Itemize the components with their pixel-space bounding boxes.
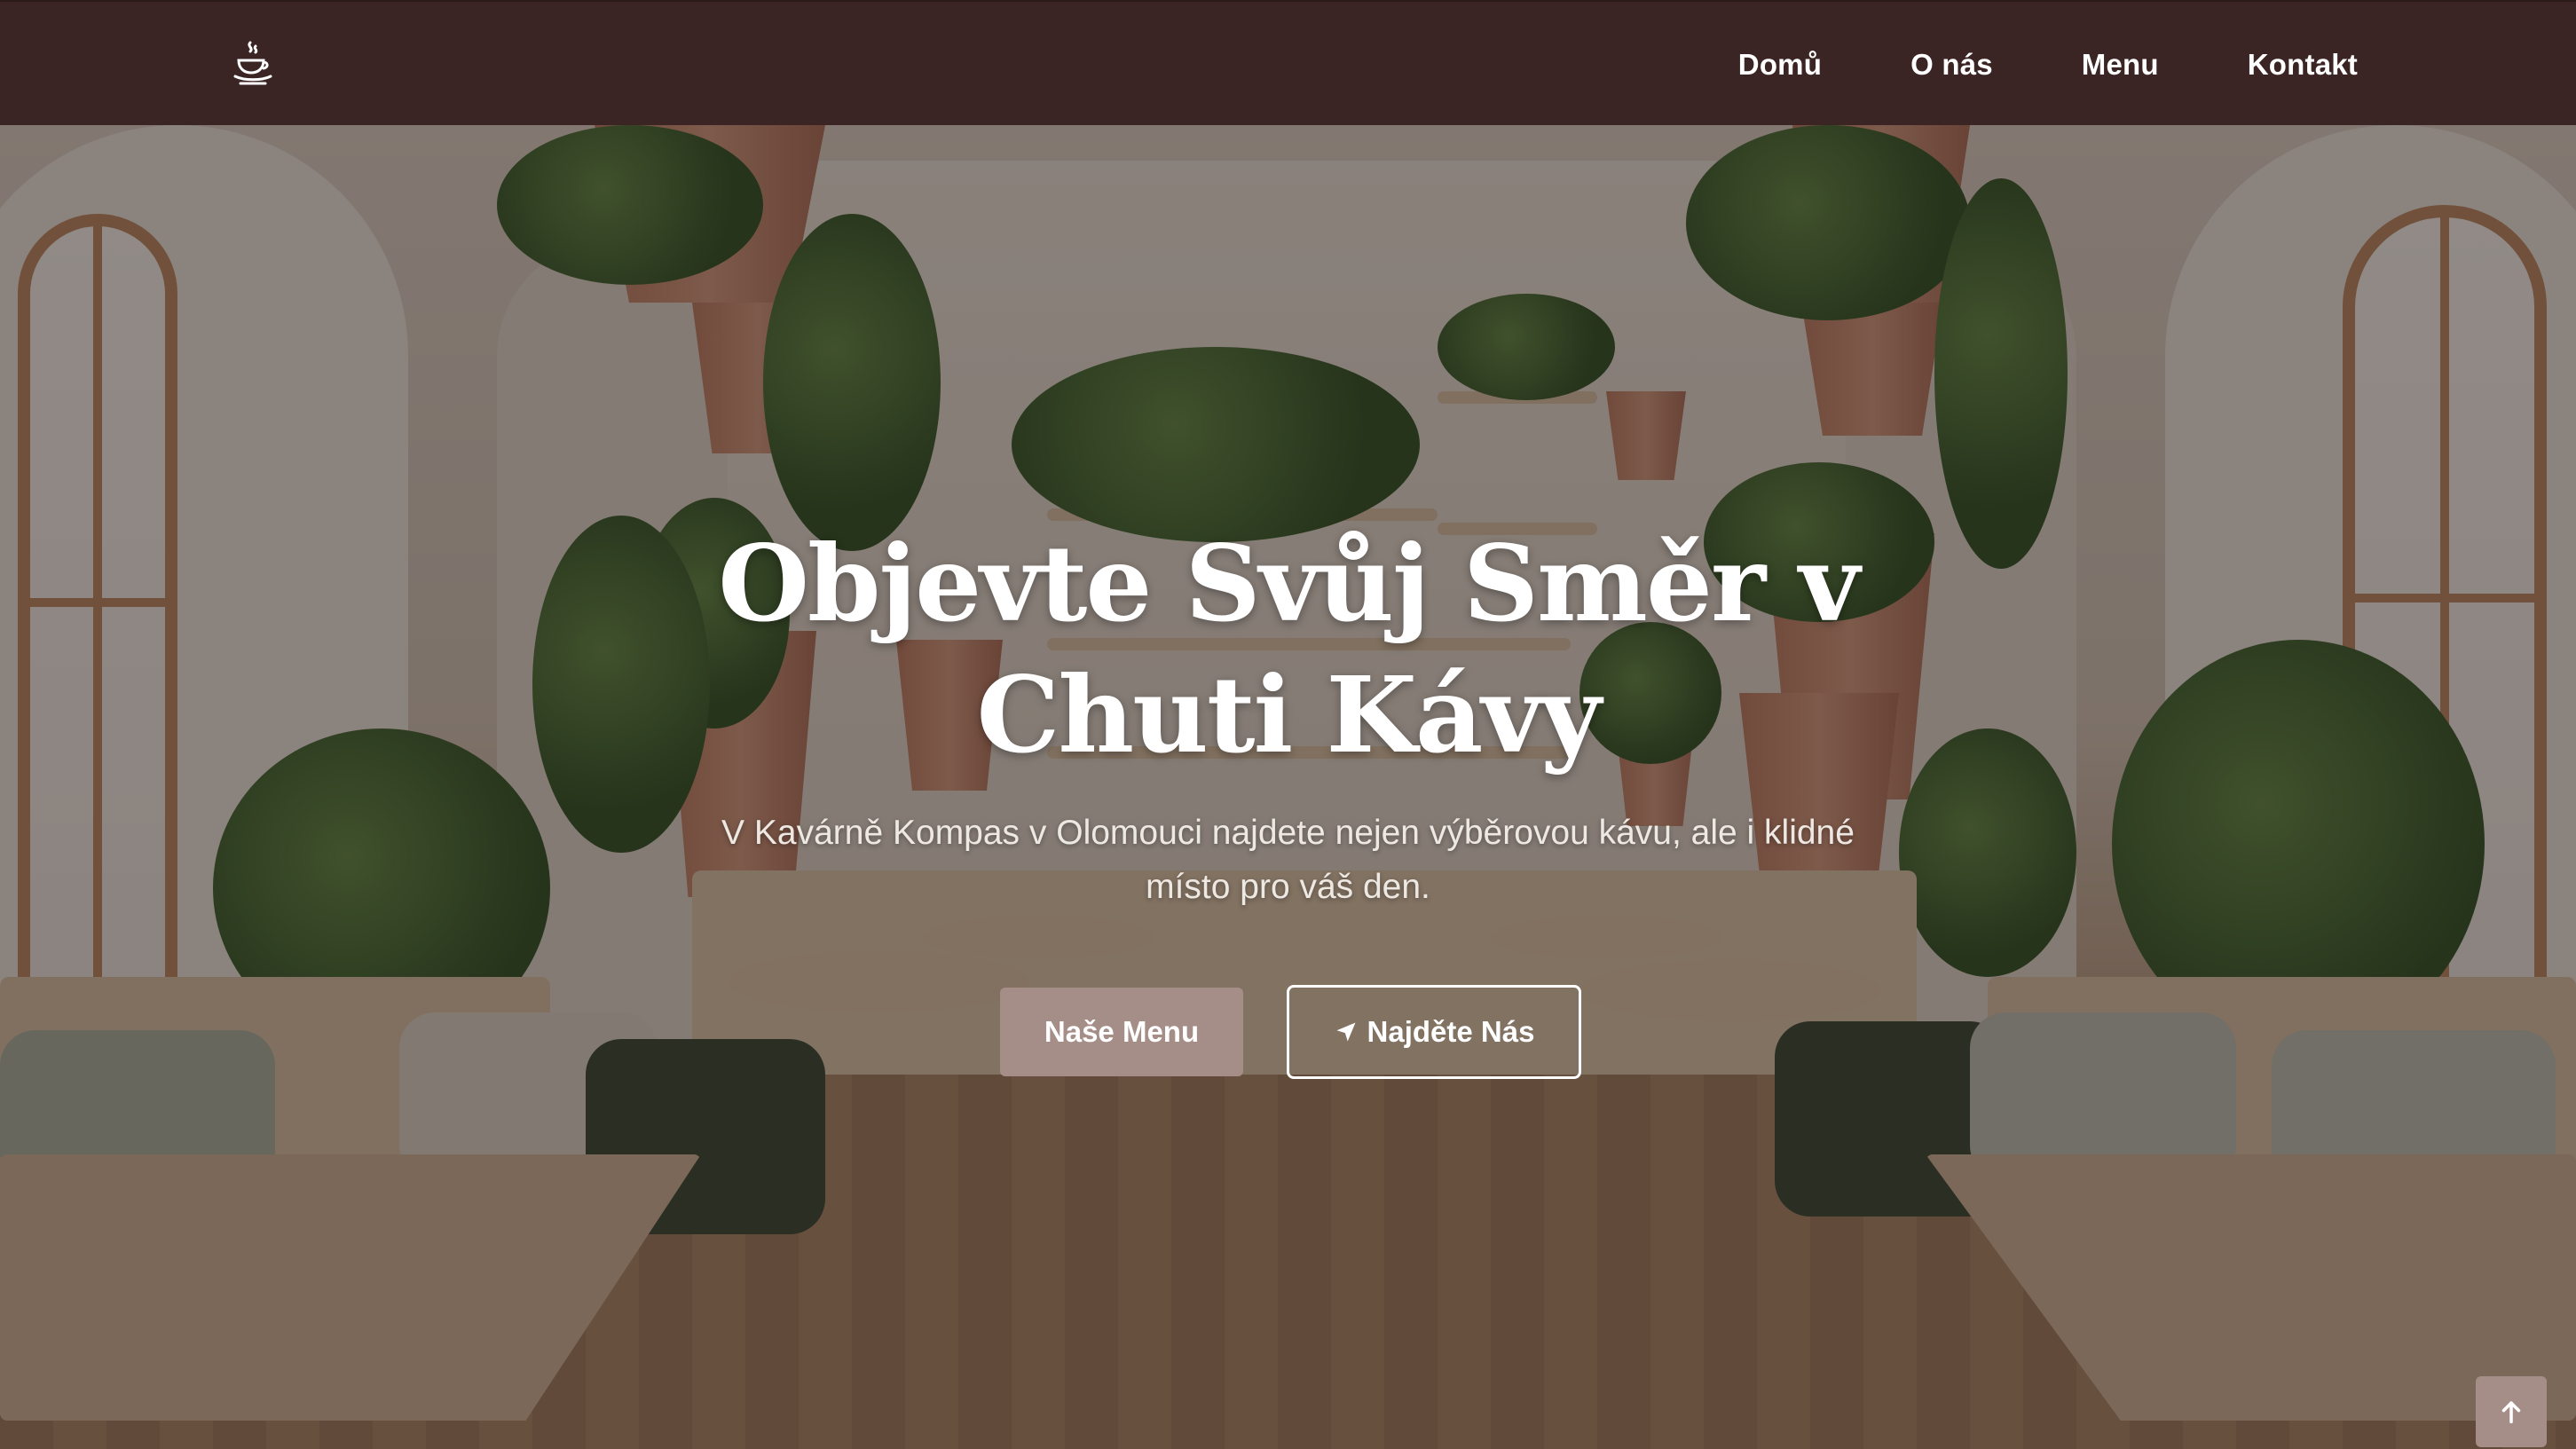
arrow-up-icon bbox=[2501, 1401, 2521, 1424]
nav-link-menu[interactable]: Menu bbox=[2037, 48, 2203, 82]
find-us-button-label: Najděte Nás bbox=[1367, 1015, 1535, 1048]
nav-link-home[interactable]: Domů bbox=[1694, 48, 1866, 82]
nav-link-about[interactable]: O nás bbox=[1866, 48, 2037, 82]
our-menu-button[interactable]: Naše Menu bbox=[1000, 988, 1243, 1076]
hero-dark-overlay bbox=[0, 125, 2576, 1449]
navbar: Domů O nás Menu Kontakt bbox=[0, 0, 2576, 125]
location-arrow-icon bbox=[1336, 1022, 1356, 1042]
nav-links: Domů O nás Menu Kontakt bbox=[1694, 2, 2358, 127]
find-us-button[interactable]: Najděte Nás bbox=[1287, 985, 1581, 1079]
back-to-top-button[interactable] bbox=[2476, 1376, 2547, 1447]
nav-link-contact[interactable]: Kontakt bbox=[2203, 48, 2358, 82]
coffee-cup-icon[interactable] bbox=[226, 37, 280, 91]
hero-background-image bbox=[0, 125, 2576, 1449]
